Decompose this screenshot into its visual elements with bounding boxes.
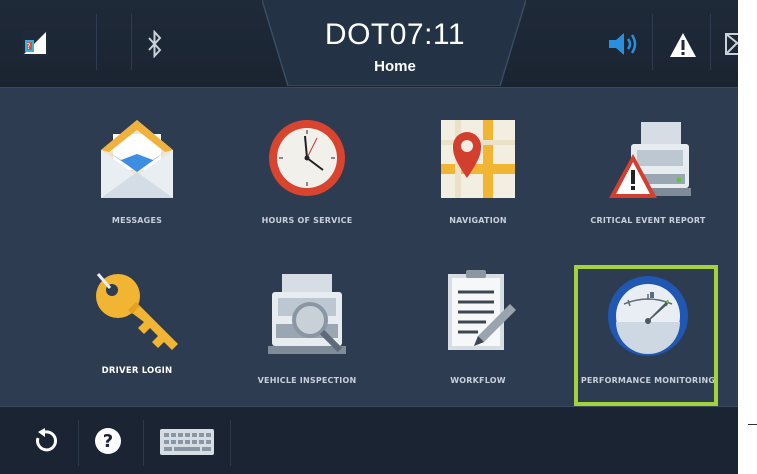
- cellular-signal-icon[interactable]: ?: [22, 30, 48, 56]
- separator: [96, 14, 97, 70]
- map-pin-icon: [441, 120, 515, 198]
- keyboard-icon[interactable]: [159, 428, 215, 456]
- bottom-toolbar: ?: [0, 406, 757, 474]
- clipboard-pencil-icon: [448, 270, 516, 350]
- status-bar: ? DOT07:11 Home: [0, 0, 757, 88]
- separator: [710, 14, 711, 70]
- app-workflow[interactable]: WORKFLOW: [403, 262, 553, 402]
- selection-highlight: [574, 265, 718, 406]
- bluetooth-icon[interactable]: [146, 30, 164, 58]
- app-driver-login[interactable]: DRIVER LOGIN: [62, 262, 212, 402]
- app-vehicle-inspection[interactable]: VEHICLE INSPECTION: [232, 262, 382, 402]
- clock-icon: [269, 120, 345, 196]
- app-label: WORKFLOW: [450, 376, 506, 385]
- separator: [143, 420, 144, 466]
- envelope-icon: [101, 120, 173, 198]
- home-screen: ? DOT07:11 Home MESSAGES HOURS OF SERVIC…: [0, 0, 757, 474]
- svg-text:?: ?: [26, 42, 30, 51]
- app-label: MESSAGES: [111, 216, 163, 225]
- separator: [78, 420, 79, 466]
- key-icon: [96, 273, 178, 350]
- volume-icon[interactable]: [607, 31, 639, 57]
- truck-magnifier-icon: [268, 274, 346, 354]
- separator: [131, 14, 132, 70]
- help-icon[interactable]: ?: [94, 427, 122, 455]
- separator: [230, 420, 231, 466]
- app-label: HOURS OF SERVICE: [261, 216, 353, 225]
- refresh-icon[interactable]: [32, 428, 58, 454]
- separator: [652, 14, 653, 70]
- warning-icon[interactable]: [669, 32, 697, 58]
- app-label: DRIVER LOGIN: [101, 366, 173, 376]
- screen-border: [738, 0, 757, 474]
- edge-mark: [748, 424, 757, 425]
- page-title: Home: [374, 58, 416, 75]
- clock: DOT07:11: [324, 18, 466, 51]
- app-label: VEHICLE INSPECTION: [257, 376, 357, 385]
- app-navigation[interactable]: NAVIGATION: [403, 108, 553, 248]
- app-label: CRITICAL EVENT REPORT: [590, 216, 706, 225]
- svg-text:?: ?: [103, 431, 113, 452]
- app-label: NAVIGATION: [449, 216, 507, 225]
- app-critical-event-report[interactable]: CRITICAL EVENT REPORT: [573, 108, 723, 248]
- truck-warning-icon: [609, 122, 691, 198]
- app-hours-of-service[interactable]: HOURS OF SERVICE: [232, 108, 382, 248]
- app-messages[interactable]: MESSAGES: [62, 108, 212, 248]
